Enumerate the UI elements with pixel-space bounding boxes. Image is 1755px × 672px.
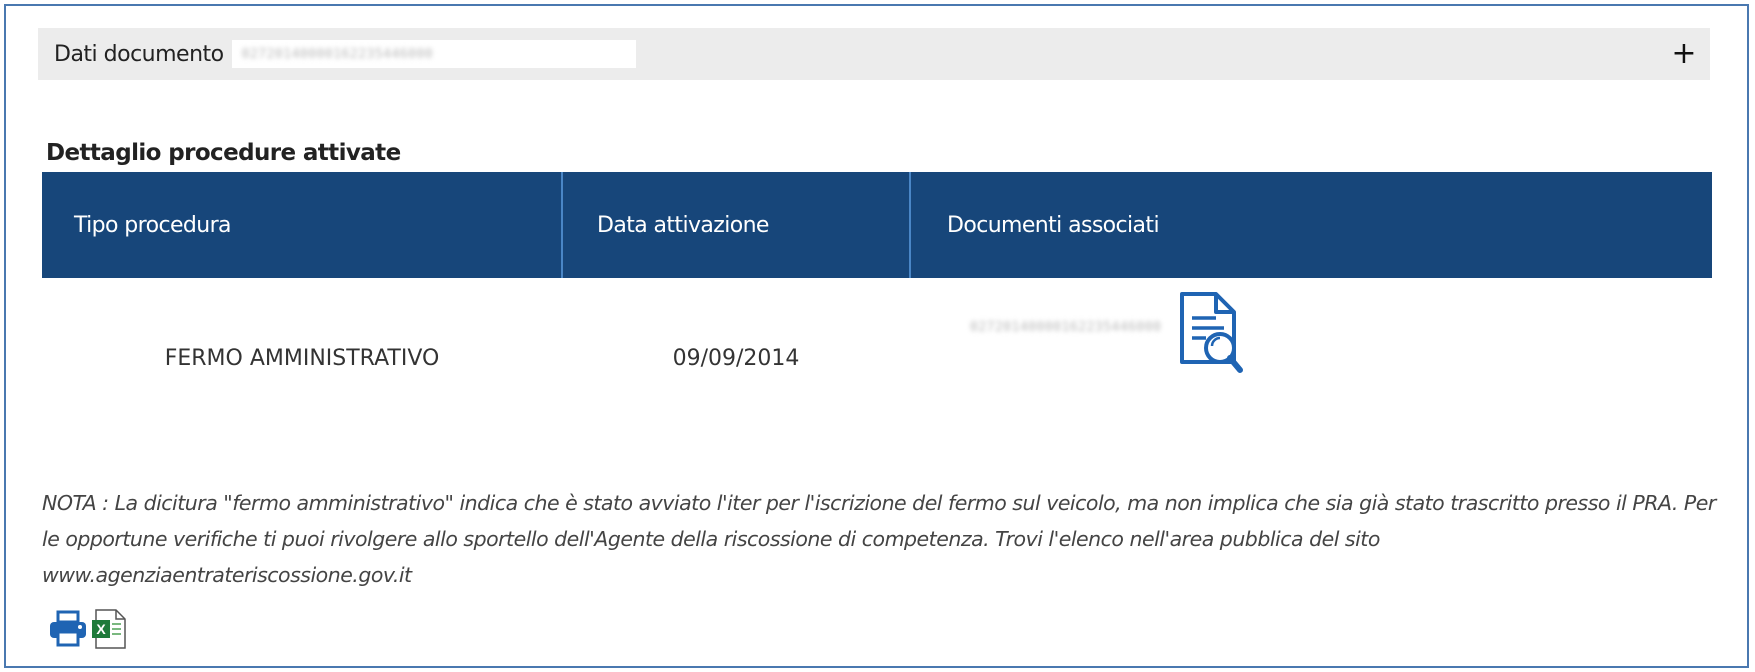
table-row: FERMO AMMINISTRATIVO 09/09/2014 02720140… [42,278,1712,438]
print-icon[interactable] [48,610,88,652]
document-search-icon[interactable] [1176,290,1244,374]
document-panel-header[interactable]: Dati documento 02720140000162235446000 + [38,28,1710,80]
procedures-table: Tipo procedura Data attivazione Document… [42,172,1712,438]
associated-document-id: 02720140000162235446000 [970,320,1162,335]
section-title: Dettaglio procedure attivate [46,140,401,166]
document-id-field: 02720140000162235446000 [231,40,636,68]
svg-text:X: X [96,621,106,637]
excel-export-icon[interactable]: X [90,608,128,654]
page-frame: Dati documento 02720140000162235446000 +… [4,4,1749,668]
toolbar: X [48,608,128,654]
cell-documenti-associati: 02720140000162235446000 [910,278,1712,438]
column-header-data-attivazione: Data attivazione [561,172,910,278]
document-id-value: 02720140000162235446000 [241,46,434,62]
table-header: Tipo procedura Data attivazione Document… [42,172,1712,278]
note-text: NOTA : La dicitura "fermo amministrativo… [42,491,1716,587]
document-panel-title: Dati documento [54,41,224,67]
cell-tipo-procedura: FERMO AMMINISTRATIVO [164,345,440,371]
cell-data-attivazione: 09/09/2014 [672,345,800,371]
expand-button[interactable]: + [1666,34,1702,74]
column-header-tipo-procedura: Tipo procedura [42,172,562,278]
column-header-documenti-associati: Documenti associati [909,172,1712,278]
